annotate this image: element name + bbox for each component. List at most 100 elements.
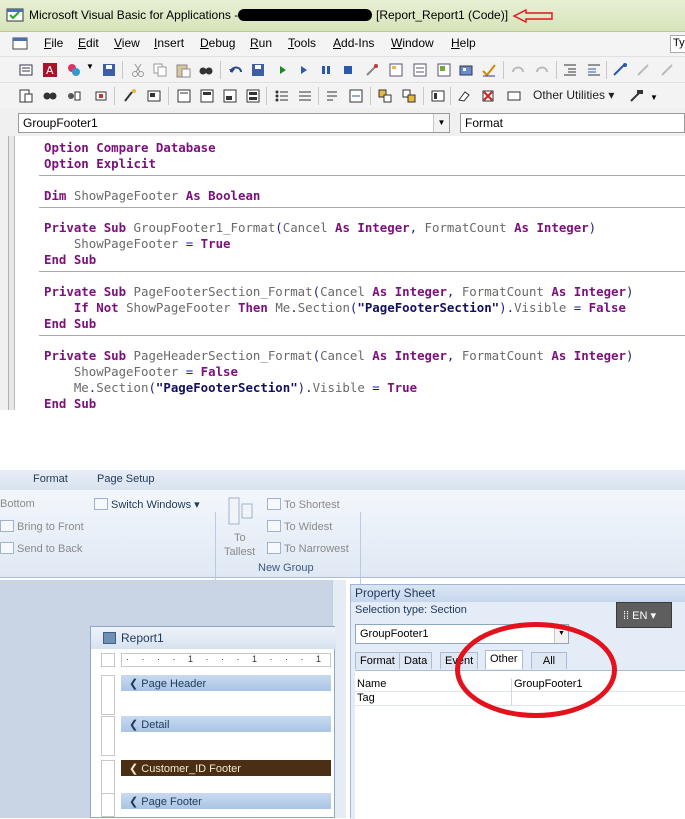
group-icon[interactable] — [377, 88, 393, 104]
switch-windows-button[interactable]: Switch Windows ▾ — [94, 498, 200, 511]
code-line[interactable]: If Not ShowPageFooter Then Me.Section("P… — [44, 300, 626, 315]
code-line[interactable]: Private Sub GroupFooter1_Format(Cancel A… — [44, 220, 596, 235]
find-icon[interactable] — [198, 62, 214, 78]
controls-icon[interactable] — [430, 88, 446, 104]
undo-icon[interactable] — [228, 62, 244, 78]
chevron-down-icon[interactable]: ▼ — [554, 625, 568, 643]
parameter-info-icon[interactable] — [93, 88, 109, 104]
complete-word-icon[interactable] — [122, 88, 138, 104]
property-value[interactable] — [511, 692, 514, 706]
list-properties-icon[interactable] — [18, 88, 34, 104]
reset-icon[interactable] — [340, 62, 356, 78]
send-to-back-button[interactable]: Send to Back — [0, 542, 82, 555]
code-line[interactable]: ShowPageFooter = False — [44, 364, 238, 379]
procedure-combo[interactable]: Format — [460, 113, 685, 133]
tab-data[interactable]: Data — [399, 652, 433, 669]
menu-insert[interactable]: Insert — [154, 36, 184, 50]
hammer-icon[interactable] — [628, 88, 644, 104]
project-explorer-icon[interactable] — [388, 62, 404, 78]
menu-view[interactable]: View — [114, 36, 140, 50]
other-utilities-menu[interactable]: Other Utilities ▾ — [533, 88, 614, 102]
to-tallest-line2[interactable]: Tallest — [224, 546, 255, 558]
continue-icon[interactable] — [296, 62, 312, 78]
object-combo[interactable]: GroupFooter1 ▼ — [18, 113, 450, 133]
menu-tools[interactable]: Tools — [288, 36, 316, 50]
options-icon[interactable] — [506, 88, 522, 104]
properties-window-icon[interactable] — [412, 62, 428, 78]
code-line[interactable]: Private Sub PageHeaderSection_Format(Can… — [44, 348, 633, 363]
menu-edit[interactable]: Edit — [78, 36, 99, 50]
menu-help[interactable]: Help — [451, 36, 476, 50]
code-line[interactable]: Dim ShowPageFooter As Boolean — [44, 188, 260, 203]
eraser-icon[interactable] — [456, 88, 472, 104]
section-customer-id-footer[interactable]: ❮ Customer_ID Footer — [121, 760, 331, 776]
align-controls-icon[interactable] — [245, 88, 261, 104]
toolbox-icon[interactable] — [458, 62, 474, 78]
code-editor[interactable]: Option Compare Database Option Explicit Di… — [8, 136, 685, 410]
vba-menu-icon[interactable] — [12, 36, 28, 52]
ungroup-icon[interactable] — [401, 88, 417, 104]
ribbon-tab-format[interactable]: Format — [33, 473, 68, 485]
code-line[interactable]: ShowPageFooter = True — [44, 236, 231, 251]
tab-event[interactable]: Event — [440, 652, 479, 669]
menu-add-ins[interactable]: Add-Ins — [333, 36, 374, 50]
next-bookmark-icon[interactable] — [636, 62, 652, 78]
code-line[interactable]: Private Sub PageFooterSection_Format(Can… — [44, 284, 633, 299]
paste-icon[interactable] — [175, 62, 191, 78]
align-left-icon[interactable] — [222, 88, 238, 104]
menu-window[interactable]: Window — [391, 36, 434, 50]
bring-to-front-button[interactable]: Bring to Front — [0, 520, 84, 533]
section-page-footer[interactable]: ❮ Page Footer — [121, 793, 331, 809]
cut-icon[interactable] — [130, 62, 146, 78]
outdent-icon[interactable] — [586, 62, 602, 78]
numbered-list-icon[interactable] — [297, 88, 313, 104]
access-icon[interactable]: A — [42, 62, 58, 78]
ribbon-tab-page-setup[interactable]: Page Setup — [97, 473, 155, 485]
clear-bookmarks-icon[interactable] — [660, 62, 676, 78]
tab-other[interactable]: Other — [485, 650, 523, 669]
to-shortest-button[interactable]: To Shortest — [267, 498, 340, 511]
toolbar-options-icon[interactable]: ▼ — [650, 93, 658, 102]
tab-order-icon[interactable] — [325, 88, 341, 104]
to-tallest-icon[interactable] — [226, 496, 256, 526]
object-browser-icon[interactable] — [436, 62, 452, 78]
design-mode-icon[interactable] — [364, 62, 380, 78]
to-widest-button[interactable]: To Widest — [267, 520, 332, 533]
tab-format[interactable]: Format — [355, 652, 400, 669]
list-constants-icon[interactable] — [42, 88, 58, 104]
redo-disabled-icon[interactable] — [534, 62, 550, 78]
bookmark-icon[interactable] — [612, 62, 628, 78]
run-icon[interactable] — [274, 62, 290, 78]
save-module-icon[interactable] — [250, 62, 266, 78]
save-icon[interactable] — [101, 62, 117, 78]
section-detail[interactable]: ❮ Detail — [121, 716, 331, 732]
undo-disabled-icon[interactable] — [510, 62, 526, 78]
tab-all[interactable]: All — [531, 652, 567, 669]
code-line[interactable]: End Sub — [44, 252, 96, 267]
view-form-icon[interactable] — [18, 62, 34, 78]
break-icon[interactable] — [318, 62, 334, 78]
delete-icon[interactable] — [480, 88, 496, 104]
code-line[interactable]: Option Compare Database — [44, 140, 216, 155]
check-ruler-icon[interactable] — [481, 62, 497, 78]
uncomment-block-icon[interactable] — [199, 88, 215, 104]
help-box[interactable]: Ty — [670, 35, 685, 53]
language-bar[interactable]: ⁞⁞ EN ▾ — [616, 602, 672, 628]
property-row-tag[interactable]: Tag — [355, 692, 685, 706]
code-line[interactable]: End Sub — [44, 396, 96, 410]
toggle-breakpoint-icon[interactable] — [146, 88, 162, 104]
insert-module-icon[interactable] — [66, 62, 82, 78]
chevron-down-icon[interactable]: ▼ — [433, 114, 449, 132]
section-page-header[interactable]: ❮ Page Header — [121, 675, 331, 691]
indent-icon[interactable] — [562, 62, 578, 78]
property-row-name[interactable]: Name GroupFooter1 — [355, 678, 685, 692]
bottom-button[interactable]: Bottom — [0, 498, 35, 510]
menu-run[interactable]: Run — [250, 36, 272, 50]
code-line[interactable]: End Sub — [44, 316, 96, 331]
to-tallest-line1[interactable]: To — [234, 532, 246, 544]
size-to-fit-icon[interactable] — [348, 88, 364, 104]
to-narrowest-button[interactable]: To Narrowest — [267, 542, 349, 555]
menu-debug[interactable]: Debug — [200, 36, 235, 50]
property-value[interactable]: GroupFooter1 — [511, 678, 582, 692]
menu-file[interactable]: File — [44, 36, 63, 50]
